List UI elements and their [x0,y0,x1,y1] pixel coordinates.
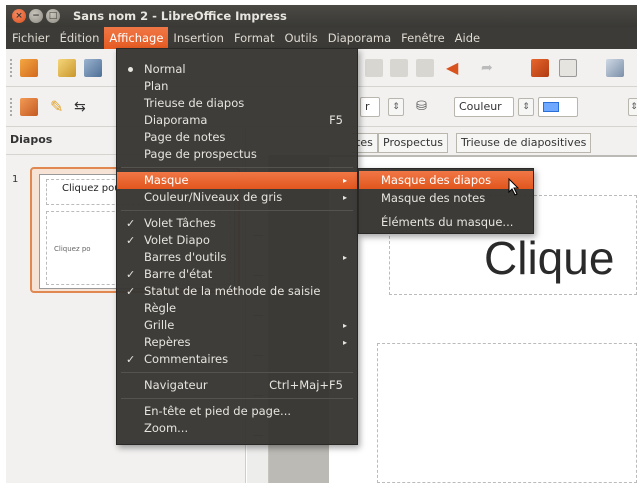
radio-selected-icon [128,67,133,72]
menu-item-statut-saisie[interactable]: ✓ Statut de la méthode de saisie [117,283,357,300]
slide-title-text[interactable]: Clique [484,231,614,285]
chart-icon[interactable] [531,59,549,77]
menu-item-volet-taches[interactable]: ✓ Volet Tâches [117,215,357,232]
menu-insertion[interactable]: Insertion [168,27,229,49]
menu-item-regle[interactable]: Règle [117,300,357,317]
menu-fichier[interactable]: Fichier [6,27,55,49]
clone-format-icon[interactable] [416,59,434,77]
open-folder-icon[interactable] [58,59,76,77]
area-style-combo[interactable]: Couleur [454,97,514,117]
menu-format[interactable]: Format [229,27,280,49]
menu-separator [121,372,353,373]
menu-fenetre[interactable]: Fenêtre [396,27,449,49]
menu-item-masque[interactable]: Masque ▸ [117,172,357,189]
toolbar-grip[interactable] [10,59,13,77]
slide-number: 1 [12,174,19,185]
content-placeholder[interactable] [377,343,637,483]
pencil-icon[interactable]: ✎ [50,98,68,116]
menu-item-diaporama[interactable]: Diaporama F5 [117,112,357,129]
menu-separator [121,167,353,168]
thumb-content-text: Cliquez po [54,245,91,253]
tab-trieuse[interactable]: Trieuse de diapositives [456,133,592,153]
undo-icon[interactable]: ◀ [446,59,464,77]
save-icon[interactable] [84,59,102,77]
menu-separator [121,398,353,399]
submenu-arrow-icon: ▸ [342,176,347,185]
redo-icon[interactable]: ➦ [481,59,499,77]
checkmark-icon: ✓ [126,234,136,247]
arrow-style-icon[interactable]: ⇆ [74,98,92,116]
close-window-button[interactable]: × [12,9,26,23]
checkmark-icon: ✓ [126,217,136,230]
submenu-item-masque-notes[interactable]: Masque des notes [359,189,533,207]
area-style-spin[interactable]: ⇕ [518,98,534,116]
menu-item-couleur[interactable]: Couleur/Niveaux de gris ▸ [117,189,357,206]
checkmark-icon: ✓ [126,268,136,281]
menu-item-page-notes[interactable]: Page de notes [117,129,357,146]
menu-bar: Fichier Édition Affichage Insertion Form… [6,27,637,49]
table-icon[interactable] [559,59,577,77]
menu-item-barre-etat[interactable]: ✓ Barre d'état [117,266,357,283]
window-title: Sans nom 2 - LibreOffice Impress [73,9,287,23]
submenu-item-masque-diapos[interactable]: Masque des diapos [359,171,533,189]
menu-item-navigateur[interactable]: Navigateur Ctrl+Maj+F5 [117,377,357,394]
copy-icon[interactable] [365,59,383,77]
view-menu-dropdown: Normal Plan Trieuse de diapos Diaporama F… [116,48,358,445]
menu-outils[interactable]: Outils [279,27,322,49]
menu-affichage[interactable]: Affichage [104,27,169,49]
menu-item-zoom[interactable]: Zoom... [117,420,357,437]
menu-separator [121,210,353,211]
menu-diaporama[interactable]: Diaporama [323,27,396,49]
checkmark-icon: ✓ [126,353,136,366]
line-style-combo[interactable]: r [360,97,380,117]
menu-item-volet-diapo[interactable]: ✓ Volet Diapo [117,232,357,249]
submenu-arrow-icon: ▸ [342,193,347,202]
image-icon[interactable] [606,59,624,77]
submenu-arrow-icon: ▸ [342,253,347,262]
menu-item-normal[interactable]: Normal [117,61,357,78]
fill-color-combo[interactable] [538,97,578,117]
checkmark-icon: ✓ [126,285,136,298]
maximize-window-button[interactable]: □ [46,9,60,23]
menu-item-barres-outils[interactable]: Barres d'outils ▸ [117,249,357,266]
submenu-item-elements-masque[interactable]: Éléments du masque... [359,213,533,231]
title-bar: × − □ Sans nom 2 - LibreOffice Impress [6,5,637,27]
tab-prospectus[interactable]: Prospectus [378,133,448,153]
minimize-window-button[interactable]: − [29,9,43,23]
menu-item-plan[interactable]: Plan [117,78,357,95]
fill-bucket-icon[interactable]: ⛁ [416,98,434,116]
menu-item-trieuse[interactable]: Trieuse de diapos [117,95,357,112]
mouse-pointer-icon [508,178,520,196]
submenu-arrow-icon: ▸ [342,338,347,347]
slide-layout-icon[interactable] [20,98,38,116]
menu-aide[interactable]: Aide [450,27,485,49]
menu-item-grille[interactable]: Grille ▸ [117,317,357,334]
menu-item-reperes[interactable]: Repères ▸ [117,334,357,351]
fill-color-spin[interactable]: ⇕ [628,98,637,116]
menu-edition[interactable]: Édition [55,27,105,49]
submenu-arrow-icon: ▸ [342,321,347,330]
line-style-spin[interactable]: ⇕ [388,98,404,116]
paste-icon[interactable] [390,59,408,77]
toolbar-grip-2[interactable] [10,98,13,116]
menu-item-entete-pied[interactable]: En-tête et pied de page... [117,403,357,420]
menu-item-page-prospectus[interactable]: Page de prospectus [117,146,357,163]
color-swatch-icon [543,102,559,112]
menu-item-commentaires[interactable]: ✓ Commentaires [117,351,357,368]
new-document-icon[interactable] [20,59,38,77]
thumb-title-text: Cliquez pou [62,183,121,194]
